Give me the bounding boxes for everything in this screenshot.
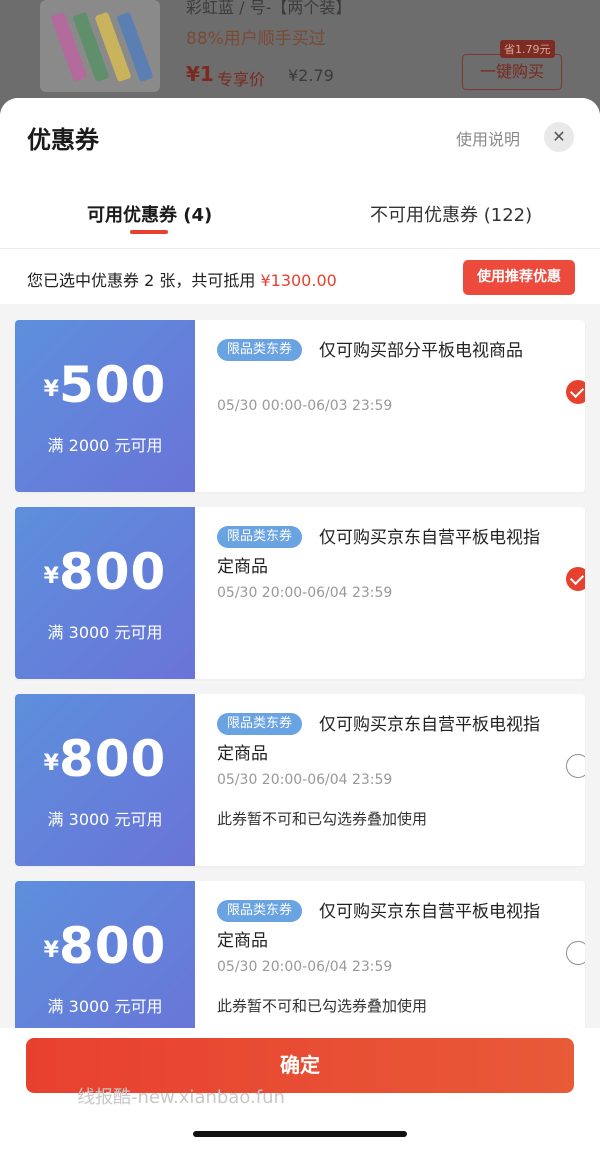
coupon-validity: 05/30 00:00-06/03 23:59 (217, 398, 393, 414)
coupon-card[interactable]: ¥800 满 3000 元可用 仅可购买京东自营平板电视指定商品 限品类东券 0… (15, 507, 585, 679)
coupon-value-panel: ¥800 满 3000 元可用 (15, 507, 195, 679)
use-recommended-button[interactable]: 使用推荐优惠 (463, 260, 575, 295)
product-price-label: 专享价 (217, 70, 266, 89)
product-variant: 彩虹蓝 / 号-【两个装】 (186, 0, 352, 17)
selection-summary: 您已选中优惠券 2 张，共可抵用 ¥1300.00 使用推荐优惠 (0, 248, 600, 304)
tab-available-coupons[interactable]: 可用优惠券 (4) (87, 201, 212, 227)
coupon-stack-note: 此券暂不可和已勾选券叠加使用 (217, 997, 428, 1015)
product-social-proof: 88%用户顺手买过 (186, 29, 326, 49)
coupon-card[interactable]: ¥500 满 2000 元可用 仅可购买部分平板电视商品 限品类东券 05/30… (15, 320, 585, 492)
home-indicator (193, 1131, 407, 1137)
coupon-sheet: 优惠券 使用说明 ✕ 可用优惠券 (4) 不可用优惠券 (122) 您已选中优惠… (0, 98, 600, 1150)
coupon-list: ¥500 满 2000 元可用 仅可购买部分平板电视商品 限品类东券 05/30… (0, 304, 600, 1053)
coupon-condition: 满 2000 元可用 (47, 436, 163, 455)
coupon-value-panel: ¥500 满 2000 元可用 (15, 320, 195, 492)
coupon-checkbox[interactable] (566, 567, 585, 591)
coupon-stack-note: 此券暂不可和已勾选券叠加使用 (217, 810, 428, 828)
coupon-condition: 满 3000 元可用 (47, 623, 163, 642)
watermark: 线报酷-new.xianbao.fun (77, 1087, 285, 1108)
summary-amount: ¥1300.00 (260, 271, 337, 290)
product-original-price: ¥2.79 (288, 66, 334, 85)
coupon-tag: 限品类东券 (217, 713, 303, 735)
coupon-amount: ¥800 (43, 917, 167, 975)
coupon-detail: 仅可购买京东自营平板电视指定商品 限品类东券 05/30 20:00-06/04… (195, 507, 585, 679)
coupon-tag: 限品类东券 (217, 339, 303, 361)
save-badge: 省1.79元 (500, 40, 555, 58)
close-icon[interactable]: ✕ (544, 122, 574, 152)
summary-prefix: 您已选中优惠券 2 张，共可抵用 (27, 271, 261, 290)
sheet-footer: 确定 线报酷-new.xianbao.fun (0, 1028, 600, 1150)
coupon-amount: ¥500 (43, 356, 167, 414)
coupon-amount: ¥800 (43, 730, 167, 788)
coupon-checkbox[interactable] (566, 941, 585, 965)
coupon-checkbox[interactable] (566, 380, 585, 404)
usage-instructions-link[interactable]: 使用说明 (456, 126, 520, 150)
one-click-buy-button[interactable]: 一键购买 (462, 54, 562, 90)
sheet-title: 优惠券 (27, 126, 99, 154)
coupon-detail: 仅可购买京东自营平板电视指定商品 限品类东券 05/30 20:00-06/04… (195, 694, 585, 866)
coupon-validity: 05/30 20:00-06/04 23:59 (217, 959, 393, 975)
coupon-card[interactable]: ¥800 满 3000 元可用 仅可购买京东自营平板电视指定商品 限品类东券 0… (15, 694, 585, 866)
coupon-checkbox[interactable] (566, 754, 585, 778)
active-tab-indicator (130, 230, 168, 234)
product-thumbnail (40, 0, 160, 92)
coupon-amount: ¥800 (43, 543, 167, 601)
coupon-tag: 限品类东券 (217, 900, 303, 922)
tab-unavailable-coupons[interactable]: 不可用优惠券 (122) (370, 201, 532, 227)
coupon-condition: 满 3000 元可用 (47, 810, 163, 829)
summary-text: 您已选中优惠券 2 张，共可抵用 ¥1300.00 (27, 267, 337, 291)
coupon-value-panel: ¥800 满 3000 元可用 (15, 694, 195, 866)
coupon-condition: 满 3000 元可用 (47, 997, 163, 1016)
coupon-validity: 05/30 20:00-06/04 23:59 (217, 772, 393, 788)
coupon-tag: 限品类东券 (217, 526, 303, 548)
sheet-header: 优惠券 使用说明 ✕ 可用优惠券 (4) 不可用优惠券 (122) (0, 98, 600, 248)
product-price: ¥1 (186, 62, 214, 86)
coupon-detail: 仅可购买部分平板电视商品 限品类东券 05/30 00:00-06/03 23:… (195, 320, 585, 492)
coupon-validity: 05/30 20:00-06/04 23:59 (217, 585, 393, 601)
